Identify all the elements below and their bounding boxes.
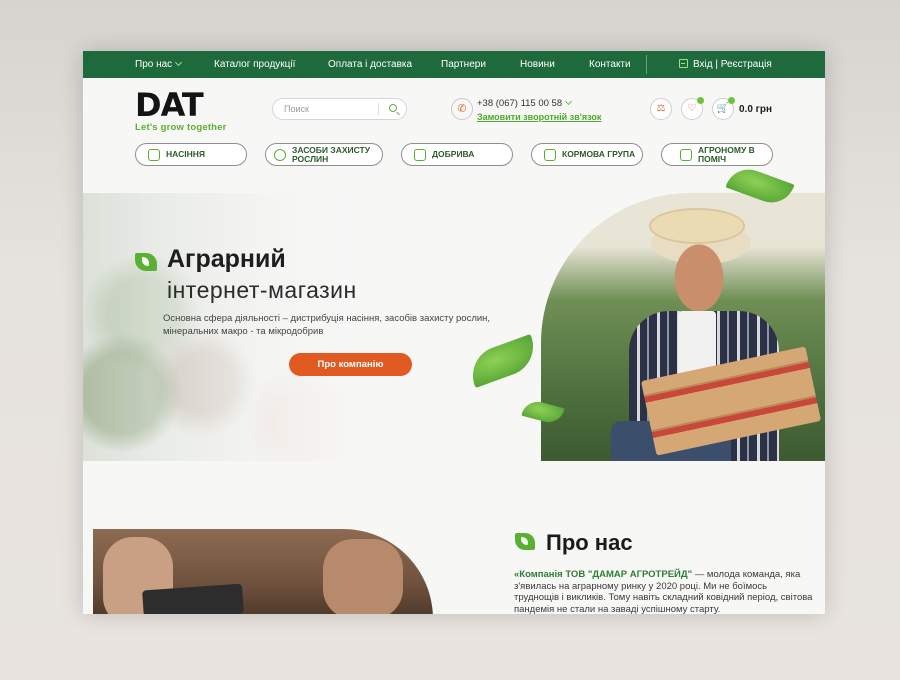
agronomist-icon bbox=[680, 148, 692, 161]
logo-mark: DAT bbox=[135, 86, 204, 124]
category-feed-group[interactable]: КОРМОВА ГРУПА bbox=[531, 143, 643, 166]
wishlist-icon[interactable]: ♡ bbox=[681, 97, 704, 120]
farmer-photo bbox=[541, 193, 825, 461]
chevron-down-icon bbox=[565, 97, 573, 106]
nav-news[interactable]: Новини bbox=[520, 51, 555, 78]
cart-total[interactable]: 0.0 грн bbox=[739, 104, 772, 115]
about-company-button[interactable]: Про компанію bbox=[289, 353, 412, 376]
nav-payment-delivery[interactable]: Оплата і доставка bbox=[328, 51, 412, 78]
company-name: «Компанія ТОВ "ДАМАР АГРОТРЕЙД" bbox=[514, 569, 693, 580]
nav-catalog[interactable]: Каталог продукції bbox=[214, 51, 295, 78]
site-header: DAT Let's grow together Поиск ✆ +38 (067… bbox=[83, 78, 825, 148]
category-fertilizers[interactable]: ДОБРИВА bbox=[401, 143, 513, 166]
browser-page: Про нас Каталог продукції Оплата і доста… bbox=[83, 51, 825, 614]
fertilizer-icon bbox=[414, 148, 426, 161]
hero-banner: Аграрний інтернет-магазин Основна сфера … bbox=[83, 162, 825, 461]
cart-badge bbox=[728, 97, 735, 104]
search-input[interactable]: Поиск bbox=[272, 98, 407, 120]
feed-icon bbox=[544, 148, 556, 161]
nav-partners[interactable]: Партнери bbox=[441, 51, 486, 78]
about-photo bbox=[93, 529, 433, 614]
leaf-icon bbox=[135, 253, 157, 271]
category-plant-protection[interactable]: ЗАСОБИ ЗАХИСТУ РОСЛИН bbox=[265, 143, 383, 166]
chevron-down-icon bbox=[175, 58, 183, 67]
login-icon bbox=[679, 59, 688, 68]
photo-hand bbox=[323, 539, 403, 614]
category-bar: НАСІННЯ ЗАСОБИ ЗАХИСТУ РОСЛИН ДОБРИВА КО… bbox=[83, 143, 825, 167]
search-placeholder: Поиск bbox=[284, 104, 309, 114]
top-navigation: Про нас Каталог продукції Оплата і доста… bbox=[83, 51, 825, 78]
cart-icon[interactable]: 🛒 bbox=[712, 97, 735, 120]
logo[interactable]: DAT Let's grow together bbox=[135, 86, 227, 133]
nav-divider bbox=[646, 55, 647, 74]
hero-description: Основна сфера діяльності – дистрибуція н… bbox=[163, 313, 491, 337]
compare-icon[interactable]: ⚖ bbox=[650, 98, 672, 120]
logo-tagline: Let's grow together bbox=[135, 122, 227, 133]
leaf-icon bbox=[515, 533, 535, 550]
about-title: Про нас bbox=[546, 530, 633, 555]
straw-hat bbox=[649, 208, 745, 244]
callback-link[interactable]: Замовити зворотній зв'язок bbox=[477, 112, 601, 122]
nav-contacts[interactable]: Контакти bbox=[589, 51, 631, 78]
search-divider bbox=[378, 103, 379, 115]
search-icon[interactable] bbox=[389, 104, 397, 112]
hero-title: Аграрний bbox=[167, 245, 286, 273]
hero-subtitle: інтернет-магазин bbox=[167, 277, 357, 303]
wishlist-badge bbox=[697, 97, 704, 104]
about-description: «Компанія ТОВ "ДАМАР АГРОТРЕЙД" — молода… bbox=[514, 569, 813, 614]
category-seeds[interactable]: НАСІННЯ bbox=[135, 143, 247, 166]
category-agronomist-help[interactable]: АГРОНОМУ В ПОМІЧ bbox=[661, 143, 773, 166]
phone-icon: ✆ bbox=[451, 98, 473, 120]
phone-number[interactable]: +38 (067) 115 00 58 bbox=[477, 97, 573, 109]
seeds-icon bbox=[148, 148, 160, 161]
plant-protection-icon bbox=[274, 148, 286, 161]
login-register-link[interactable]: Вхід | Реєстрація bbox=[679, 51, 772, 78]
nav-about[interactable]: Про нас bbox=[135, 51, 183, 78]
